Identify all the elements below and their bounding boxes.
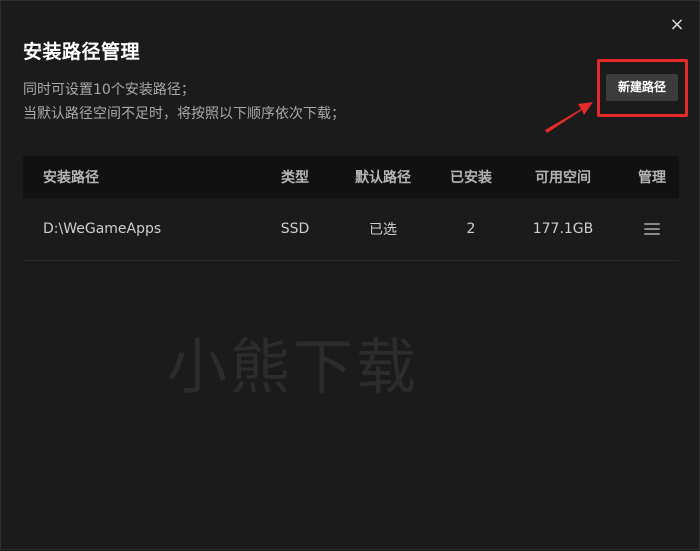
install-path-table: 安装路径 类型 默认路径 已安装 可用空间 管理 D:\WeGameApps S… — [23, 156, 679, 261]
header-type: 类型 — [281, 170, 309, 186]
row-path: D:\WeGameApps — [43, 221, 162, 237]
watermark-text: 小熊下载 — [167, 333, 419, 403]
description-line-2: 当默认路径空间不足时，将按照以下顺序依次下载； — [23, 106, 345, 122]
row-manage — [627, 198, 677, 260]
row-space: 177.1GB — [532, 221, 594, 237]
close-icon[interactable]: × — [667, 15, 687, 35]
table-row[interactable]: D:\WeGameApps SSD 已选 2 177.1GB — [23, 198, 679, 261]
header-path: 安装路径 — [43, 170, 99, 186]
row-default: 已选 — [369, 222, 397, 238]
header-installed: 已安装 — [450, 170, 492, 186]
header-default: 默认路径 — [355, 170, 411, 186]
header-manage: 管理 — [638, 170, 666, 186]
dialog-title: 安装路径管理 — [23, 41, 141, 63]
table-header: 安装路径 类型 默认路径 已安装 可用空间 管理 — [23, 156, 679, 198]
row-installed: 2 — [466, 221, 476, 237]
row-type: SSD — [280, 221, 310, 237]
description-line-1: 同时可设置10个安装路径； — [23, 82, 195, 98]
install-path-dialog: × 安装路径管理 同时可设置10个安装路径； 当默认路径空间不足时，将按照以下顺… — [0, 0, 700, 550]
header-space: 可用空间 — [535, 170, 591, 186]
new-path-button[interactable]: 新建路径 — [606, 74, 678, 101]
menu-icon[interactable] — [644, 223, 660, 235]
